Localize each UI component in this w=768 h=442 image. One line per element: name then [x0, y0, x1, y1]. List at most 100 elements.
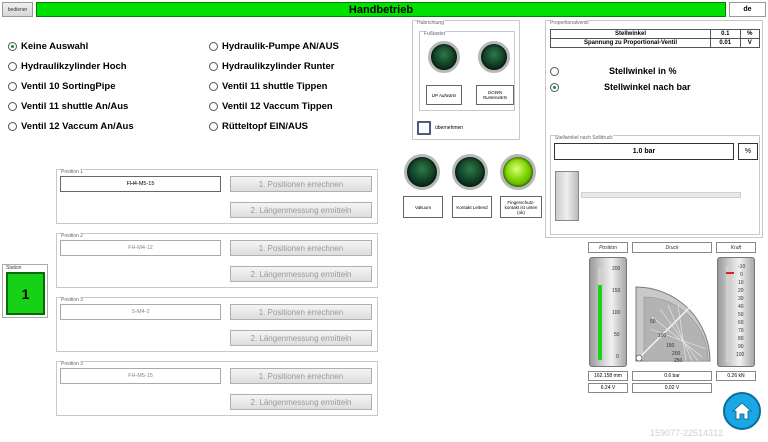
row-value: 0.1 — [710, 29, 741, 39]
stellwinkel-bar-option[interactable]: Stellwinkel nach bar — [550, 82, 691, 92]
solldruck-unit: % — [738, 143, 758, 160]
operator-button[interactable]: bediener — [2, 2, 33, 17]
panel-title: Hubrichtung — [417, 20, 444, 26]
tick-label: 90 — [738, 344, 744, 350]
kraft-gauge-track — [726, 266, 730, 362]
mode-option[interactable]: Ventil 10 SortingPipe — [8, 76, 134, 96]
fingerschutz-lamp — [500, 154, 536, 190]
position-panel-2: Position 2 FH-M4-12 1. Positionen errech… — [56, 233, 378, 288]
option-label: Ventil 11 shuttle Tippen — [222, 80, 328, 92]
tick-label: 80 — [738, 336, 744, 342]
radio-button[interactable] — [8, 121, 17, 131]
proportional-panel: Proportionalventil Stellwinkel 0.1 % Spa… — [545, 20, 763, 238]
druck-gauge: 50 100 150 200 250 — [632, 257, 712, 367]
solldruck-slider-handle[interactable] — [555, 171, 579, 221]
mode-option[interactable]: Hydraulikzylinder Runter — [209, 56, 339, 76]
panel-title: Stellwinkel nach Solldruck — [555, 135, 613, 141]
radio-button[interactable] — [209, 101, 218, 111]
fusstaster-panel: Fußtaster UP Aufwärts DOWN Runterwärts — [419, 31, 515, 111]
vakuum-lamp — [404, 154, 440, 190]
option-label: Hydraulik-Pumpe AN/AUS — [222, 40, 339, 52]
solldruck-slider-track[interactable] — [581, 192, 741, 198]
row-name: Stellwinkel — [550, 29, 711, 39]
kontakt-lamp — [452, 154, 488, 190]
tick-label: 0 — [616, 354, 619, 360]
radio-button[interactable] — [209, 121, 218, 131]
position-gauge: 200 150 100 50 0 — [589, 257, 627, 367]
watermark: 159077-22514312 — [650, 428, 724, 438]
tick-label: 150 — [666, 343, 675, 349]
up-indicator-lamp — [428, 41, 460, 73]
calc-positions-button[interactable]: 1. Positionen errechnen — [230, 176, 372, 192]
radio-button[interactable] — [8, 41, 17, 51]
uebernehmen-label: übernehmen — [435, 125, 464, 131]
uebernehmen-checkbox[interactable] — [417, 121, 431, 135]
position-field[interactable]: S-M4-2 — [60, 304, 221, 320]
mode-option[interactable]: Hydraulikzylinder Hoch — [8, 56, 134, 76]
stellwinkel-percent-option[interactable]: Stellwinkel in % — [550, 66, 677, 76]
length-measure-button[interactable]: 2. Längenmessung ermitteln — [230, 330, 372, 346]
tick-label: 50 — [738, 312, 744, 318]
solldruck-panel: Stellwinkel nach Solldruck 1.0 bar % — [550, 135, 760, 235]
mode-option[interactable]: Ventil 11 shuttle An/Aus — [8, 96, 134, 116]
down-indicator-lamp — [478, 41, 510, 73]
option-label: Keine Auswahl — [21, 40, 89, 52]
panel-title: Proportionalventil — [550, 20, 589, 26]
panel-title: Position 2 — [61, 233, 83, 239]
station-box: Station 1 — [2, 264, 48, 318]
option-label: Hydraulikzylinder Hoch — [21, 60, 127, 72]
radio-button[interactable] — [8, 101, 17, 111]
solldruck-field[interactable]: 1.0 bar — [554, 143, 734, 160]
row-name: Spannung zu Proportional-Ventil — [550, 38, 711, 48]
length-measure-button[interactable]: 2. Längenmessung ermitteln — [230, 266, 372, 282]
tick-label: 250 — [674, 358, 683, 364]
radio-button[interactable] — [209, 81, 218, 91]
mode-option[interactable]: Rütteltopf EIN/AUS — [209, 116, 339, 136]
length-measure-button[interactable]: 2. Längenmessung ermitteln — [230, 202, 372, 218]
option-label: Rütteltopf EIN/AUS — [222, 120, 309, 132]
position-panel-4: Position 3 FH-M5-15 1. Positionen errech… — [56, 361, 378, 416]
position-panel-3: Position 3 S-M4-2 1. Positionen errechne… — [56, 297, 378, 352]
mode-option[interactable]: Ventil 12 Vaccum Tippen — [209, 96, 339, 116]
position-value-volt: 6.24 V — [588, 383, 628, 393]
calc-positions-button[interactable]: 1. Positionen errechnen — [230, 240, 372, 256]
mode-option[interactable]: Ventil 12 Vaccum An/Aus — [8, 116, 134, 136]
tick-label: 100 — [658, 333, 667, 339]
radio-button[interactable] — [550, 82, 559, 92]
radio-button[interactable] — [550, 66, 559, 76]
druck-value-bar: 0.6 bar — [632, 371, 712, 381]
position-gauge-title: Position — [588, 242, 628, 253]
mode-option[interactable]: Hydraulik-Pumpe AN/AUS — [209, 36, 339, 56]
row-value: 0.01 — [710, 38, 741, 48]
language-button[interactable]: de — [729, 2, 766, 17]
panel-title: Position 3 — [61, 297, 83, 303]
row-unit: % — [739, 29, 760, 39]
tick-label: 200 — [612, 266, 621, 272]
mode-option[interactable]: Keine Auswahl — [8, 36, 134, 56]
home-button[interactable] — [723, 392, 761, 430]
proportional-table: Stellwinkel 0.1 % Spannung zu Proportion… — [550, 29, 760, 48]
kraft-gauge: -10 0 10 20 30 40 50 60 70 80 90 100 — [717, 257, 755, 367]
druck-gauge-title: Druck — [632, 242, 712, 253]
up-button[interactable]: UP Aufwärts — [426, 85, 462, 105]
radio-button[interactable] — [209, 61, 218, 71]
position-field[interactable]: FH4-M5-15 — [60, 176, 221, 192]
fingerschutz-label: Fingerschutz-kontakt ist unten (ok) — [500, 196, 542, 218]
kraft-value: 0.26 kN — [716, 371, 756, 381]
option-label: Ventil 12 Vaccum An/Aus — [21, 120, 134, 132]
calc-positions-button[interactable]: 1. Positionen errechnen — [230, 368, 372, 384]
calc-positions-button[interactable]: 1. Positionen errechnen — [230, 304, 372, 320]
mode-options-col-2: Hydraulik-Pumpe AN/AUS Hydraulikzylinder… — [209, 36, 339, 136]
vakuum-label: Vakuum — [403, 196, 443, 218]
radio-button[interactable] — [8, 81, 17, 91]
radio-button[interactable] — [209, 41, 218, 51]
position-field[interactable]: FH-M5-15 — [60, 368, 221, 384]
mode-option[interactable]: Ventil 11 shuttle Tippen — [209, 76, 339, 96]
station-indicator: 1 — [6, 272, 45, 315]
panel-title: Fußtaster — [424, 31, 446, 37]
length-measure-button[interactable]: 2. Längenmessung ermitteln — [230, 394, 372, 410]
down-button[interactable]: DOWN Runterwärts — [476, 85, 514, 105]
position-field[interactable]: FH-M4-12 — [60, 240, 221, 256]
radio-button[interactable] — [8, 61, 17, 71]
tick-label: 60 — [738, 320, 744, 326]
